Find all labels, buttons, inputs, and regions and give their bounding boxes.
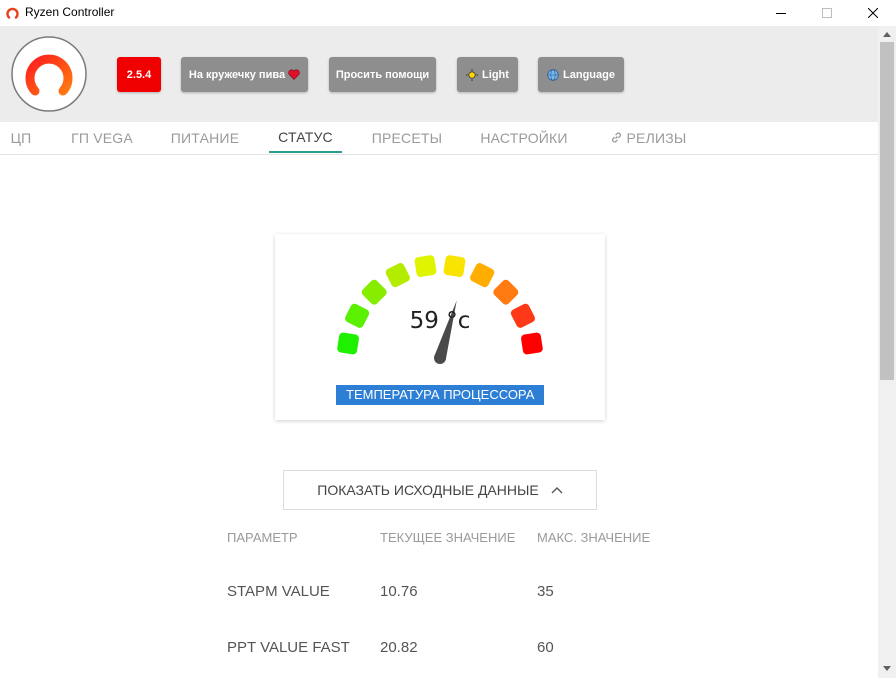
chevron-up-icon bbox=[551, 487, 563, 494]
app-logo bbox=[11, 36, 87, 112]
tab-presets-label: ПРЕСЕТЫ bbox=[371, 129, 443, 146]
column-header-max: МАКС. ЗНАЧЕНИЕ bbox=[537, 530, 651, 545]
column-header-current: ТЕКУЩЕЕ ЗНАЧЕНИЕ bbox=[380, 530, 516, 545]
tab-releases[interactable]: РЕЛИЗЫ bbox=[598, 122, 698, 153]
gauge-segment bbox=[443, 255, 466, 277]
donate-button[interactable]: На кружечку пива bbox=[181, 57, 308, 92]
table-cell-parameter: PPT VALUE FAST bbox=[227, 639, 350, 656]
gauge-segment bbox=[414, 255, 437, 277]
gauge-segment bbox=[385, 263, 410, 288]
gauge-segment bbox=[337, 332, 359, 355]
minimize-icon bbox=[776, 13, 786, 14]
tab-status[interactable]: СТАТУС bbox=[269, 122, 342, 153]
gauge-segment bbox=[361, 279, 387, 305]
table-cell-parameter: STAPM VALUE bbox=[227, 583, 330, 600]
help-button[interactable]: Просить помощи bbox=[329, 57, 436, 92]
sun-icon bbox=[466, 68, 479, 81]
tab-releases-label: РЕЛИЗЫ bbox=[626, 129, 687, 146]
main-tabs: ЦП ГП VEGA ПИТАНИЕ СТАТУС ПРЕСЕТЫ НАСТРО… bbox=[0, 122, 878, 155]
scroll-down-button[interactable] bbox=[878, 660, 896, 676]
window-title: Ryzen Controller bbox=[25, 5, 115, 19]
table-cell-max: 60 bbox=[537, 639, 554, 656]
minimize-button[interactable] bbox=[758, 0, 804, 26]
show-raw-data-button[interactable]: ПОКАЗАТЬ ИСХОДНЫЕ ДАННЫЕ bbox=[283, 470, 597, 510]
table-cell-current: 20.82 bbox=[380, 639, 418, 656]
vertical-scrollbar[interactable] bbox=[878, 26, 896, 678]
show-raw-data-label: ПОКАЗАТЬ ИСХОДНЫЕ ДАННЫЕ bbox=[317, 482, 539, 498]
gauge-value: 59 °c bbox=[409, 308, 471, 334]
gauge-segment bbox=[521, 332, 543, 355]
version-label: 2.5.4 bbox=[126, 68, 152, 81]
tab-cpu[interactable]: ЦП bbox=[0, 122, 42, 153]
caret-down-icon bbox=[883, 665, 891, 671]
column-header-parameter: ПАРАМЕТР bbox=[227, 530, 298, 545]
close-button[interactable] bbox=[850, 0, 896, 26]
tab-cpu-label: ЦП bbox=[10, 129, 32, 146]
scroll-up-button[interactable] bbox=[878, 26, 896, 42]
window-titlebar: Ryzen Controller bbox=[0, 0, 896, 26]
gauge-segment bbox=[493, 279, 519, 305]
tab-presets[interactable]: ПРЕСЕТЫ bbox=[362, 122, 452, 153]
table-cell-current: 10.76 bbox=[380, 583, 418, 600]
app-icon bbox=[6, 7, 19, 19]
tab-settings[interactable]: НАСТРОЙКИ bbox=[470, 122, 578, 153]
version-badge[interactable]: 2.5.4 bbox=[117, 57, 161, 92]
help-label: Просить помощи bbox=[335, 68, 430, 81]
donate-label: На кружечку пива bbox=[188, 68, 286, 81]
gauge-needle-hub bbox=[434, 352, 446, 364]
table-cell-max: 35 bbox=[537, 583, 554, 600]
globe-icon bbox=[547, 68, 559, 81]
gauge-label: ТЕМПЕРАТУРА ПРОЦЕССОРА bbox=[336, 385, 545, 405]
tab-settings-label: НАСТРОЙКИ bbox=[480, 129, 568, 146]
temperature-gauge-card: 59 °c ТЕМПЕРАТУРА ПРОЦЕССОРА bbox=[275, 234, 605, 420]
tab-power[interactable]: ПИТАНИЕ bbox=[160, 122, 250, 153]
theme-label: Light bbox=[482, 68, 509, 81]
theme-button[interactable]: Light bbox=[457, 57, 518, 92]
maximize-icon bbox=[822, 8, 832, 18]
caret-up-icon bbox=[883, 31, 891, 37]
language-label: Language bbox=[563, 68, 615, 81]
tab-status-label: СТАТУС bbox=[278, 128, 333, 145]
maximize-button[interactable] bbox=[804, 0, 850, 26]
tab-power-label: ПИТАНИЕ bbox=[170, 129, 240, 146]
close-icon bbox=[868, 8, 878, 18]
link-icon bbox=[611, 132, 621, 143]
scrollbar-thumb[interactable] bbox=[880, 42, 894, 380]
heart-icon bbox=[288, 69, 300, 80]
app-header: 2.5.4 На кружечку пива Просить помощи Li… bbox=[0, 26, 878, 122]
tab-gpu-vega[interactable]: ГП VEGA bbox=[56, 122, 148, 153]
gauge-segment bbox=[470, 263, 495, 288]
tab-gpu-vega-label: ГП VEGA bbox=[71, 129, 133, 146]
language-button[interactable]: Language bbox=[538, 57, 624, 92]
